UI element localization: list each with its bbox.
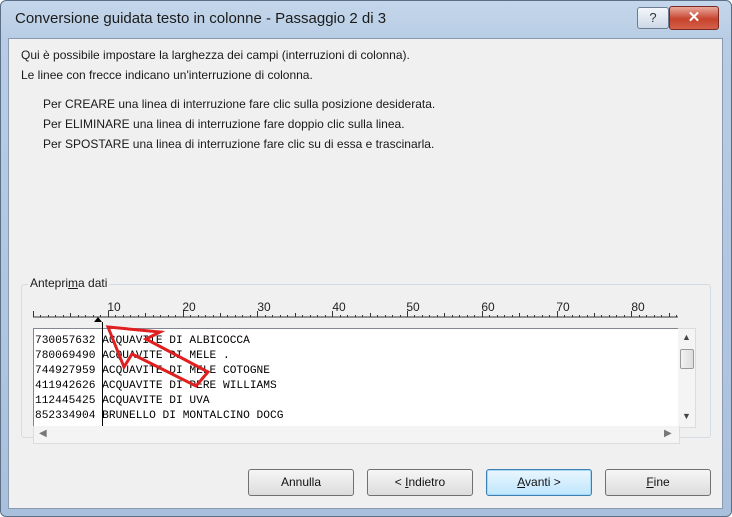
next-button-key: A	[517, 475, 526, 489]
scroll-thumb[interactable]	[680, 349, 694, 369]
close-button[interactable]: ✕	[669, 6, 719, 30]
help-icon: ?	[649, 10, 657, 25]
intro-line-2: Le linee con frecce indicano un'interruz…	[21, 68, 313, 82]
cancel-button[interactable]: Annulla	[248, 469, 354, 496]
finish-button[interactable]: Fine	[605, 469, 711, 496]
help-button[interactable]: ?	[637, 7, 669, 29]
preview-row: 411942626 ACQUAVITE DI PERE WILLIAMS	[35, 380, 277, 392]
title-bar[interactable]: Conversione guidata testo in colonne - P…	[1, 1, 731, 37]
instruction-delete: Per ELIMINARE una linea di interruzione …	[43, 117, 405, 131]
window-title: Conversione guidata testo in colonne - P…	[15, 10, 387, 27]
preview-row: 744927959 ACQUAVITE DI MELE COTOGNE	[35, 365, 270, 377]
preview-row: 780069490 ACQUAVITE DI MELE .	[35, 350, 230, 362]
data-preview[interactable]: 730057632 ACQUAVITE DI ALBICOCCA 7800694…	[33, 328, 680, 428]
ruler-ticks	[33, 311, 678, 322]
column-ruler[interactable]: 10 20 30 40 50 60 70 80	[33, 300, 683, 324]
next-button-label: vanti >	[525, 475, 561, 489]
finish-button-label: ine	[653, 475, 670, 489]
cancel-button-label: Annulla	[280, 475, 322, 489]
scroll-left-icon[interactable]: ◀	[39, 428, 47, 439]
preview-row: 112445425 ACQUAVITE DI UVA	[35, 395, 210, 407]
preview-row: 852334904 BRUNELLO DI MONTALCINO DOCG	[35, 410, 284, 422]
intro-line-1: Qui è possibile impostare la larghezza d…	[21, 48, 410, 62]
finish-button-key: F	[646, 475, 654, 489]
preview-row: 730057632 ACQUAVITE DI ALBICOCCA	[35, 335, 250, 347]
next-button[interactable]: Avanti >	[486, 469, 592, 496]
scroll-right-icon[interactable]: ▶	[664, 428, 672, 439]
back-button-label: ndietro	[408, 475, 446, 489]
column-break-arrow-icon	[94, 317, 102, 322]
column-break-line[interactable]	[102, 322, 103, 426]
close-icon: ✕	[687, 9, 701, 26]
scroll-up-icon[interactable]: ▲	[682, 332, 691, 342]
scroll-down-icon[interactable]: ▼	[682, 411, 691, 421]
preview-vertical-scrollbar[interactable]: ▲ ▼	[678, 328, 696, 428]
instruction-move: Per SPOSTARE una linea di interruzione f…	[43, 137, 435, 151]
preview-horizontal-scrollbar[interactable]: ◀ ▶	[33, 426, 680, 444]
instruction-create: Per CREARE una linea di interruzione far…	[43, 97, 436, 111]
back-button-prefix: <	[394, 475, 406, 489]
preview-group-label: Anteprima dati	[28, 276, 110, 290]
back-button[interactable]: < Indietro	[367, 469, 473, 496]
